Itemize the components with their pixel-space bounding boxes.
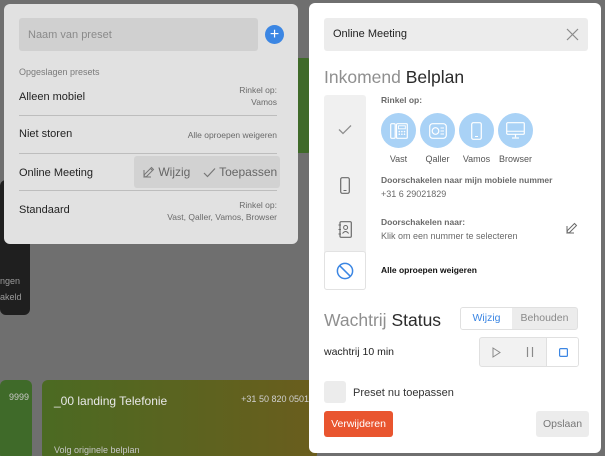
check-icon xyxy=(338,125,352,135)
mode-ring-option[interactable] xyxy=(324,110,366,149)
landing-card-footer: Volg originele belplan xyxy=(54,445,140,455)
incoming-heading-dark: Belplan xyxy=(405,67,465,87)
preset-name: Niet storen xyxy=(19,128,73,140)
save-button[interactable]: Opslaan xyxy=(536,411,589,437)
preset-name: Alleen mobiel xyxy=(19,91,86,103)
add-preset-button[interactable]: + xyxy=(265,25,284,44)
queue-mode-toggle: Wijzig Behouden xyxy=(460,307,578,330)
pause-icon xyxy=(526,347,533,357)
incoming-heading-light: Inkomend xyxy=(324,67,401,87)
ring-device-vamos[interactable] xyxy=(459,113,494,148)
ring-device-browser[interactable] xyxy=(498,113,533,148)
preset-title-field[interactable]: Online Meeting xyxy=(324,18,588,51)
preset-title-text: Online Meeting xyxy=(333,28,407,40)
preset-desc-1: Rinkel op: xyxy=(239,200,277,210)
background-green-card-left: 9999 xyxy=(0,380,32,456)
forward-to-label: Doorschakelen naar: xyxy=(381,217,466,227)
apply-label: Toepassen xyxy=(219,165,278,179)
queue-controls xyxy=(479,337,579,367)
delete-button[interactable]: Verwijderen xyxy=(324,411,393,437)
preset-name: Online Meeting xyxy=(19,167,93,179)
pause-button[interactable] xyxy=(513,338,546,366)
ring-device-label: Vamos xyxy=(462,154,491,164)
ring-device-label: Browser xyxy=(498,154,532,164)
close-icon[interactable] xyxy=(566,28,579,41)
edit-label: Wijzig xyxy=(158,165,191,179)
apply-preset-button[interactable]: Toepassen xyxy=(203,165,277,179)
check-icon xyxy=(203,168,216,178)
preset-row-online-meeting[interactable]: Online Meeting Wijzig Toepassen xyxy=(19,154,280,191)
ring-on-label: Rinkel op: xyxy=(381,95,423,105)
qaller-app-icon xyxy=(428,122,447,139)
edit-preset-button[interactable]: Wijzig xyxy=(143,165,190,179)
ring-device-qaller[interactable] xyxy=(420,113,455,148)
play-icon xyxy=(492,346,501,358)
monitor-icon xyxy=(506,122,525,139)
landing-card-number: +31 50 820 0501 xyxy=(241,394,309,404)
forward-mobile-number: +31 6 29021829 xyxy=(381,189,447,199)
preset-name-input[interactable] xyxy=(19,18,258,51)
forward-mobile-label: Doorschakelen naar mijn mobiele nummer xyxy=(381,175,553,185)
apply-now-label: Preset nu toepassen xyxy=(353,387,454,399)
landing-card-title: _00 landing Telefonie xyxy=(54,394,168,408)
mobile-icon xyxy=(340,177,350,194)
stop-button[interactable] xyxy=(546,338,578,366)
preset-desc-2: Vast, Qaller, Vamos, Browser xyxy=(167,212,277,222)
contact-book-icon xyxy=(338,221,352,238)
saved-presets-label: Opgeslagen presets xyxy=(19,67,100,77)
edit-icon xyxy=(143,166,155,178)
block-icon xyxy=(336,262,354,279)
preset-editor-modal: Online Meeting Inkomend Belplan Rinkel o… xyxy=(309,3,601,453)
edit-icon[interactable] xyxy=(566,222,578,234)
preset-name: Standaard xyxy=(19,204,70,216)
mobile-icon xyxy=(471,121,482,140)
mode-reject-option[interactable] xyxy=(324,251,366,290)
mode-selector xyxy=(324,95,366,290)
apply-now-checkbox[interactable] xyxy=(324,381,346,403)
desk-phone-icon xyxy=(389,122,408,139)
preset-desc-2: Vamos xyxy=(251,97,277,107)
preset-desc-1: Alle oproepen weigeren xyxy=(187,130,277,140)
plus-icon: + xyxy=(269,26,280,43)
queue-keep-tab[interactable]: Behouden xyxy=(512,308,577,329)
ring-device-label: Vast xyxy=(389,154,408,164)
incoming-heading: Inkomend Belplan xyxy=(324,67,464,88)
background-green-text: 9999 xyxy=(8,392,29,402)
preset-row-alleen-mobiel[interactable]: Alleen mobiel Rinkel op: Vamos xyxy=(19,82,277,116)
stop-icon xyxy=(558,347,568,357)
forward-number-select[interactable]: Klik om een nummer te selecteren xyxy=(381,231,518,241)
preset-row-actions: Wijzig Toepassen xyxy=(134,156,280,188)
preset-desc-1: Rinkel op: xyxy=(239,85,277,95)
background-dark-text-1: ngen xyxy=(0,276,21,286)
ring-device-label: Qaller xyxy=(425,154,450,164)
queue-heading: Wachtrij Status xyxy=(324,310,441,331)
preset-row-standaard[interactable]: Standaard Rinkel op: Vast, Qaller, Vamos… xyxy=(19,191,277,229)
play-button[interactable] xyxy=(480,338,513,366)
mode-forward-option[interactable] xyxy=(324,210,366,249)
queue-heading-dark: Status xyxy=(391,310,442,330)
background-dark-text-2: akeld xyxy=(0,292,22,302)
preset-row-niet-storen[interactable]: Niet storen Alle oproepen weigeren xyxy=(19,116,277,154)
reject-all-label: Alle oproepen weigeren xyxy=(381,265,477,275)
mode-mobile-option[interactable] xyxy=(324,166,366,205)
background-landing-card: _00 landing Telefonie +31 50 820 0501 Vo… xyxy=(42,380,317,456)
queue-heading-light: Wachtrij xyxy=(324,310,387,330)
ring-device-vast[interactable] xyxy=(381,113,416,148)
queue-status-text: wachtrij 10 min xyxy=(324,346,395,358)
queue-edit-tab[interactable]: Wijzig xyxy=(461,308,512,329)
presets-panel: + Opgeslagen presets Alleen mobiel Rinke… xyxy=(4,4,298,244)
